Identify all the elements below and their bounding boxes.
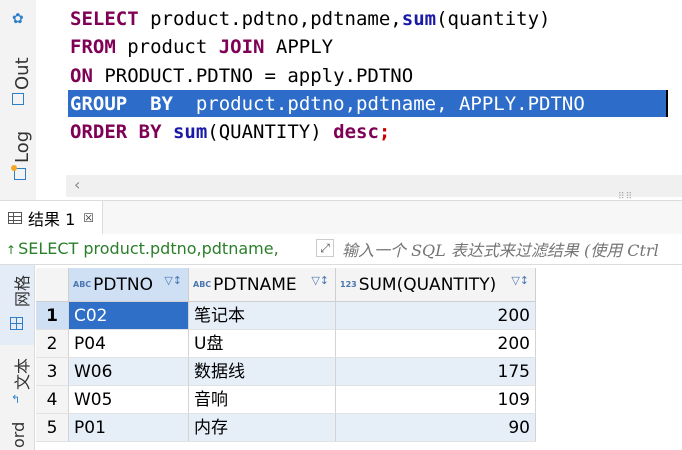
code-line-2: FROM product JOIN APPLY (70, 36, 334, 59)
column-filter-icon[interactable]: ▽↕ (164, 274, 182, 287)
column-header-sum-quantity[interactable]: 123 SUM(QUANTITY) ▽↕ (336, 268, 536, 302)
code-line-5: ORDER BY sum(QUANTITY) desc; (70, 121, 391, 144)
column-header-pdtno[interactable]: ABC PDTNO ▽↕ (69, 268, 189, 302)
grid-view-tab[interactable]: 网格 (0, 265, 34, 345)
sql-editor[interactable]: SELECT product.pdtno,pdtname,sum(quantit… (70, 5, 596, 146)
tab-result-1[interactable]: 结果 1 ☒ (0, 201, 104, 234)
log-tab[interactable]: Log (12, 131, 33, 163)
output-tab[interactable]: Out (12, 57, 33, 90)
table-row[interactable]: 2 P04 U盘 200 (36, 330, 536, 358)
results-view-strip: 网格 文本 ↰ ord (0, 265, 35, 450)
query-arrow-icon: ↑ (6, 243, 17, 257)
gear-icon[interactable]: ✿ (12, 12, 26, 26)
row-number-header (36, 268, 69, 302)
string-type-icon: ABC (193, 280, 212, 289)
query-preview[interactable]: ↑ SELECT product.pdtno,pdtname, (6, 239, 279, 258)
filter-bar: ↑ SELECT product.pdtno,pdtname, ⤢ (0, 234, 682, 265)
editor-gutter (36, 0, 66, 200)
grid-view-icon (10, 317, 23, 330)
text-caret (666, 90, 668, 117)
log-icon (11, 165, 26, 180)
results-tab-bar: 结果 1 ☒ (0, 200, 682, 235)
column-header-pdtname[interactable]: ABC PDTNAME ▽↕ (189, 268, 336, 302)
table-row[interactable]: 1 C02 笔记本 200 (36, 302, 536, 330)
editor-horizontal-scrollbar[interactable]: ‹ ⠿⠿ (66, 175, 682, 202)
string-type-icon: ABC (73, 280, 92, 289)
code-line-4: GROUP BY product.pdtno,pdtname, APPLY.PD… (70, 92, 597, 115)
scroll-left-icon[interactable]: ‹ (74, 175, 80, 194)
editor-side-strip: ✿ Out Log (0, 0, 37, 200)
filter-input[interactable] (340, 238, 682, 262)
column-filter-icon[interactable]: ▽↕ (311, 274, 329, 287)
grid-icon (8, 211, 22, 224)
text-view-tab[interactable]: 文本 (9, 358, 33, 390)
close-icon[interactable]: ☒ (83, 211, 94, 225)
table-row[interactable]: 5 P01 内存 90 (36, 414, 536, 442)
number-type-icon: 123 (340, 280, 357, 289)
record-view-tab[interactable]: ord (9, 422, 28, 448)
output-icon (12, 93, 24, 105)
column-filter-icon[interactable]: ▽↕ (511, 274, 529, 287)
code-line-1: SELECT product.pdtno,pdtname,sum(quantit… (70, 8, 551, 30)
table-header: ABC PDTNO ▽↕ ABC PDTNAME ▽↕ 123 SUM(QUAN… (36, 268, 682, 302)
code-line-3: ON PRODUCT.PDTNO = apply.PDTNO (70, 64, 414, 87)
table-row[interactable]: 4 W05 音响 109 (36, 386, 536, 414)
text-view-icon: ↰ (11, 393, 21, 406)
expand-filter-icon[interactable]: ⤢ (316, 239, 334, 257)
table-row[interactable]: 3 W06 数据线 175 (36, 358, 536, 386)
